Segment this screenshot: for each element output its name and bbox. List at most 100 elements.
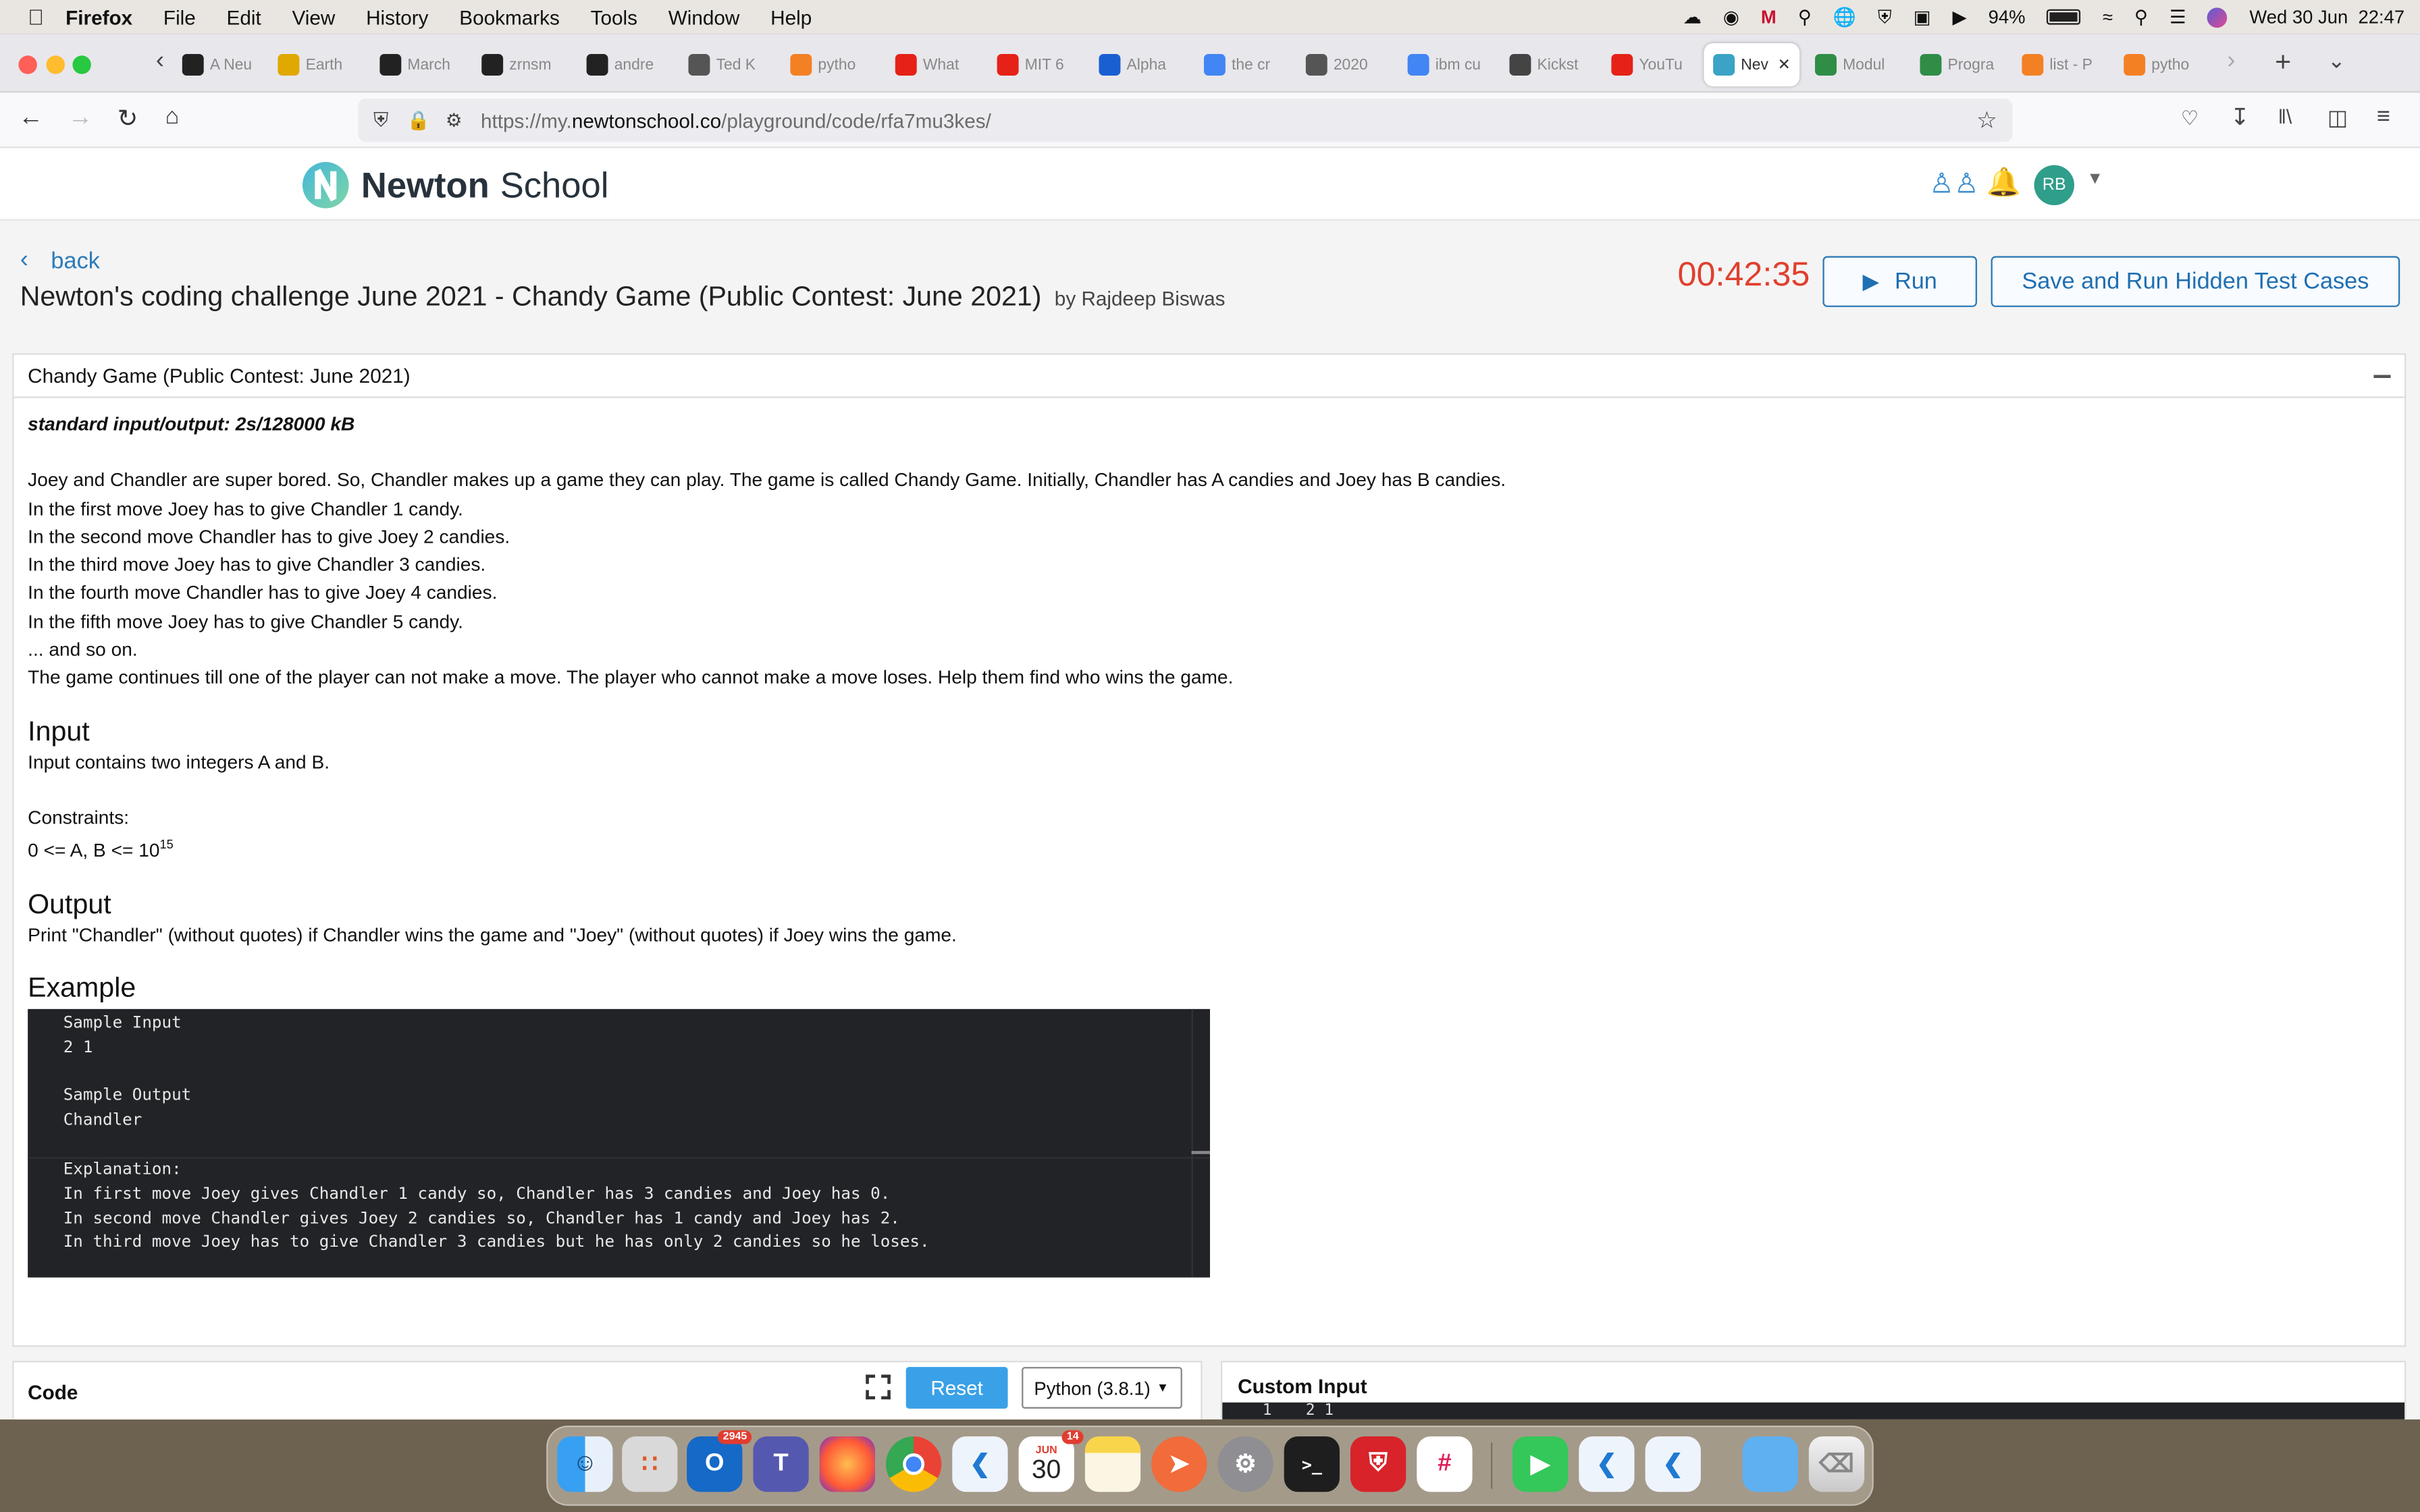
bookmark-star-icon[interactable]: ☆ <box>1976 107 1997 134</box>
apple-icon[interactable]:  <box>28 5 44 30</box>
menu-edit[interactable]: Edit <box>227 5 261 28</box>
trash-icon[interactable]: ⌫ <box>1808 1436 1865 1492</box>
reset-button[interactable]: Reset <box>905 1367 1008 1409</box>
tab[interactable]: Alpha <box>1099 43 1188 86</box>
mcafee-icon[interactable]: M <box>1761 6 1777 28</box>
vscode-icon[interactable]: ❮ <box>1579 1436 1635 1492</box>
tab[interactable]: zrnsm <box>481 43 571 86</box>
zoom-window-button[interactable] <box>72 55 91 74</box>
close-tab-icon[interactable]: ✕ <box>1778 56 1791 73</box>
magnifier-status-icon[interactable]: ⚲ <box>1798 6 1812 28</box>
system-preferences-icon[interactable]: ⚙ <box>1217 1436 1273 1492</box>
wifi-icon[interactable]: ≈ <box>2103 6 2113 28</box>
new-tab-icon[interactable]: + <box>2275 47 2291 79</box>
menu-view[interactable]: View <box>292 5 335 28</box>
globe-icon[interactable]: 🌐 <box>1833 6 1856 28</box>
control-center-icon[interactable]: ☰ <box>2169 6 2186 28</box>
app-menu-icon[interactable]: ≡ <box>2377 103 2390 130</box>
language-select[interactable]: Python (3.8.1) ▼ <box>1022 1367 1182 1409</box>
menu-history[interactable]: History <box>366 5 428 28</box>
play-status-icon[interactable]: ▶ <box>1953 6 1967 28</box>
slack-icon[interactable]: # <box>1417 1436 1473 1492</box>
back-link[interactable]: back <box>51 248 99 275</box>
back-chevron-icon[interactable]: ‹ <box>20 247 28 275</box>
tab[interactable]: Ted K <box>688 43 778 86</box>
permissions-icon[interactable]: ⚙ <box>446 109 463 131</box>
facetime-icon[interactable]: ▶ <box>1512 1436 1569 1492</box>
close-window-button[interactable] <box>18 55 37 74</box>
menu-help[interactable]: Help <box>770 5 812 28</box>
site-logo[interactable]: Newton School <box>302 161 608 209</box>
community-icon[interactable]: ♙♙ <box>1929 168 1979 200</box>
terminal-icon[interactable]: >_ <box>1284 1436 1340 1492</box>
scroll-tabs-right-icon[interactable]: › <box>2227 48 2235 76</box>
url-bar[interactable]: ⛨ 🔒 ⚙ https://my.newtonschool.co/playgro… <box>358 99 2013 142</box>
reload-icon[interactable]: ↻ <box>117 103 138 134</box>
tab[interactable]: March <box>379 43 469 86</box>
tab[interactable]: MIT 6 <box>997 43 1087 86</box>
run-button[interactable]: ▶ Run <box>1822 256 1977 307</box>
tab[interactable]: A Neu <box>182 43 272 86</box>
folder-icon[interactable] <box>1742 1436 1798 1492</box>
tab-active[interactable]: Nev ✕ <box>1704 43 1800 86</box>
url-text[interactable]: https://my.newtonschool.co/playground/co… <box>481 109 991 132</box>
tab[interactable]: What <box>895 43 985 86</box>
display-icon[interactable]: ▣ <box>1914 6 1931 28</box>
save-run-hidden-tests-button[interactable]: Save and Run Hidden Test Cases <box>1991 256 2400 307</box>
downloads-icon[interactable]: ↧ <box>2230 103 2250 131</box>
code-block-resize-handle[interactable] <box>1191 1151 1210 1154</box>
status-app-icon[interactable]: ◉ <box>1723 6 1739 28</box>
home-icon[interactable]: ⌂ <box>165 103 180 130</box>
outlook-icon[interactable]: O 2945 <box>687 1430 752 1492</box>
firefox-icon[interactable] <box>819 1436 875 1492</box>
menu-window[interactable]: Window <box>668 5 740 28</box>
tab[interactable]: ibm cu <box>1407 43 1498 86</box>
vscode-icon[interactable]: ❮ <box>1645 1436 1701 1492</box>
menu-bookmarks[interactable]: Bookmarks <box>459 5 560 28</box>
cloud-icon[interactable]: ☁ <box>1683 6 1701 28</box>
tab[interactable]: Modul <box>1814 43 1905 86</box>
custom-input-editor[interactable]: 1 2 1 <box>1222 1402 2405 1420</box>
tab[interactable]: andre <box>586 43 677 86</box>
lock-icon[interactable]: 🔒 <box>407 109 430 131</box>
teams-icon[interactable]: T <box>753 1436 809 1492</box>
user-menu-chevron-icon[interactable]: ▼ <box>2086 169 2103 188</box>
minimize-window-button[interactable] <box>46 55 65 74</box>
list-all-tabs-icon[interactable]: ⌄ <box>2327 48 2346 74</box>
tab[interactable]: pytho <box>2124 43 2213 86</box>
chrome-icon[interactable] <box>885 1436 942 1492</box>
scroll-tabs-left-icon[interactable]: ‹ <box>156 48 164 76</box>
tab[interactable]: 2020 <box>1305 43 1396 86</box>
battery-icon[interactable] <box>2047 9 2081 25</box>
tab[interactable]: pytho <box>790 43 880 86</box>
back-arrow-icon[interactable]: ← <box>18 105 43 132</box>
user-avatar[interactable]: RB <box>2034 165 2074 205</box>
tab[interactable]: Kickst <box>1509 43 1599 86</box>
tab[interactable]: Earth <box>278 43 367 86</box>
finder-icon[interactable]: ☺ <box>557 1436 613 1492</box>
fullscreen-icon[interactable] <box>866 1374 891 1400</box>
menu-file[interactable]: File <box>163 5 196 28</box>
tab[interactable]: YouTu <box>1611 43 1701 86</box>
siri-icon[interactable] <box>2207 7 2228 27</box>
code-block-scrollbar[interactable] <box>1191 1008 1210 1278</box>
security-app-icon[interactable]: ⛨ <box>1350 1436 1406 1492</box>
launchpad-icon[interactable]: ∷ <box>622 1436 678 1492</box>
library-icon[interactable]: ‖\ <box>2278 105 2292 128</box>
shield-status-icon[interactable]: ⛨ <box>1878 5 1892 28</box>
menu-app-name[interactable]: Firefox <box>65 5 132 28</box>
sidebar-icon[interactable]: ◫ <box>2327 105 2348 131</box>
notification-bell-icon[interactable]: 🔔 <box>1987 167 2021 199</box>
menubar-clock[interactable]: Wed 30 Jun 22:47 <box>2249 6 2404 28</box>
tab[interactable]: Progra <box>1920 43 2009 86</box>
tab[interactable]: the cr <box>1203 43 1294 86</box>
tracking-shield-icon[interactable]: ⛨ <box>373 108 388 133</box>
tab[interactable]: list - P <box>2022 43 2111 86</box>
spotlight-search-icon[interactable]: ⚲ <box>2134 6 2148 28</box>
menu-tools[interactable]: Tools <box>591 5 637 28</box>
forward-arrow-icon[interactable]: → <box>68 105 93 132</box>
postman-icon[interactable]: ➤ <box>1151 1436 1207 1492</box>
vscode-icon[interactable]: ❮ <box>952 1436 1008 1492</box>
collapse-icon[interactable] <box>2373 375 2391 377</box>
notes-icon[interactable] <box>1084 1436 1141 1492</box>
